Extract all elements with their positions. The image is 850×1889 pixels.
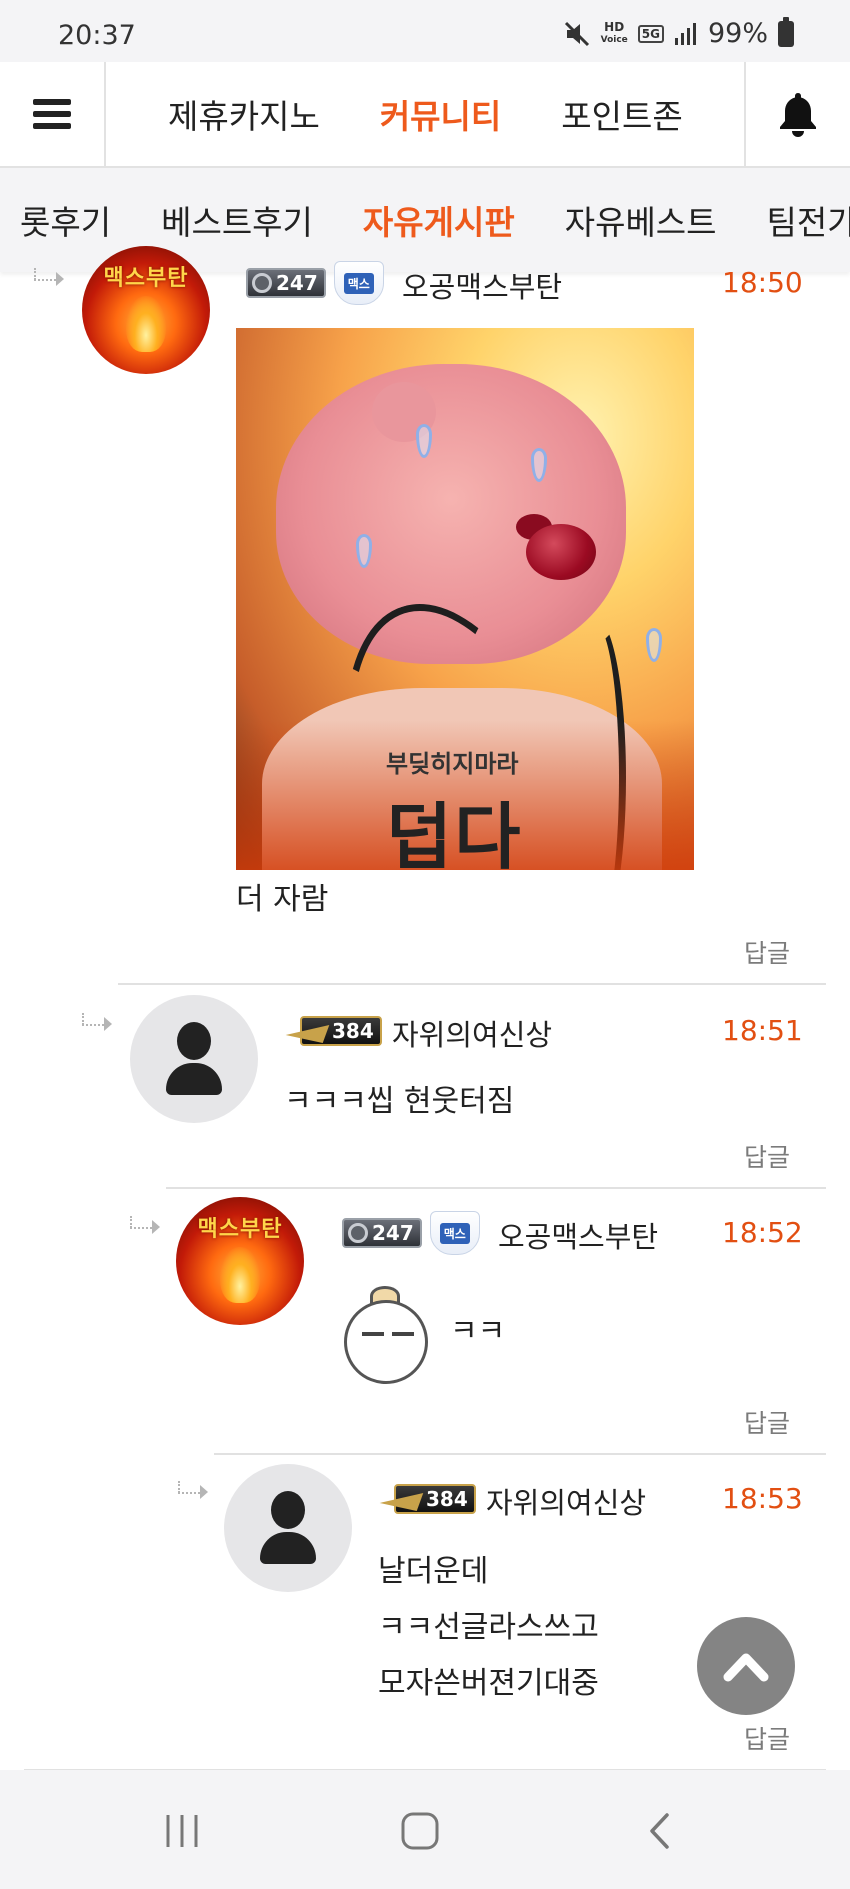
reply-button[interactable]: 답글 [744,1138,790,1174]
tab-community[interactable]: 커뮤니티 [380,90,501,138]
comment-text: ㅋㅋㅋ씹 현웃터짐 [284,1084,515,1119]
avatar[interactable] [130,995,258,1123]
comment-text: ㅋㅋ [450,1314,506,1349]
level-badge: 247 [342,1218,422,1248]
comment-author[interactable]: 오공맥스부탄 [498,1214,658,1256]
chevron-up-icon [723,1653,769,1682]
tab-point-zone[interactable]: 포인트존 [561,90,682,138]
back-button[interactable] [630,1806,690,1856]
recent-apps-icon [166,1815,198,1847]
home-button[interactable] [390,1806,450,1856]
team-emblem-icon: 맥스 [333,261,384,305]
reply-arrow-icon [82,1013,112,1031]
comment-time: 18:51 [722,1014,803,1047]
reply-arrow-icon [178,1481,208,1499]
hamburger-icon [33,99,71,129]
scroll-top-button[interactable] [697,1617,795,1715]
status-icons: HD Voice 5G 99% [563,16,794,49]
back-icon [650,1813,669,1849]
subtab-free-best[interactable]: 자유베스트 [565,196,717,244]
main-tabs: 제휴카지노 커뮤니티 포인트존 프 [108,62,744,166]
image-caption-small: 부딪히지마라 [386,750,519,778]
team-emblem-icon: 맥스 [429,1211,480,1255]
subtab-review[interactable]: 롯후기 [20,196,111,244]
divider [214,1453,826,1455]
signal-icon [674,22,698,46]
recent-apps-button[interactable] [152,1806,212,1856]
avatar[interactable]: 맥스부탄 [82,246,210,374]
reply-button[interactable]: 답글 [744,934,790,970]
status-bar: 20:37 HD Voice 5G 99% [0,0,850,62]
reply-arrow-icon [34,268,64,286]
comment-author[interactable]: 자위의여신상 [486,1480,646,1522]
comment-text-line: 날더운데 [378,1554,489,1589]
divider [166,1187,826,1189]
bell-icon [780,93,816,137]
comment-text-line: ㅋㅋ선글라스쓰고 [378,1610,599,1645]
divider [118,983,826,985]
user-level: 384 [394,1484,476,1514]
notification-button[interactable] [744,62,850,166]
user-level: 247 맥스 [342,1211,480,1255]
emoticon-sticker [340,1286,432,1396]
user-level: 247 맥스 [246,261,384,305]
image-caption-big: 덥다 [386,795,523,870]
subtab-free-board[interactable]: 자유게시판 [363,196,515,244]
home-icon [401,1812,439,1850]
reply-arrow-icon [130,1216,160,1234]
comment-author[interactable]: 자위의여신상 [392,1012,552,1054]
avatar[interactable] [224,1464,352,1592]
reply-button[interactable]: 답글 [744,1404,790,1440]
level-badge: 384 [394,1484,476,1514]
user-level: 384 [300,1016,382,1046]
comment-text-line: 모자쓴버젼기대중 [378,1666,599,1701]
comment-time: 18:53 [722,1482,803,1515]
5g-icon: 5G [637,24,664,43]
menu-button[interactable] [0,62,106,166]
comment-time: 18:52 [722,1216,803,1249]
status-time: 20:37 [58,20,136,51]
level-badge: 384 [300,1016,382,1046]
reply-button[interactable]: 답글 [744,1720,790,1756]
subtab-team[interactable]: 팀전가 [767,196,850,244]
tab-affiliate-casino[interactable]: 제휴카지노 [168,90,320,138]
comment-time: 18:50 [722,266,803,299]
avatar[interactable]: 맥스부탄 [176,1197,304,1325]
top-navigation: 제휴카지노 커뮤니티 포인트존 프 [0,62,850,168]
system-navigation-bar [0,1770,850,1889]
level-badge: 247 [246,268,326,298]
comment-image[interactable]: 부딪히지마라 덥다 [236,328,694,870]
comment-text: 더 자람 [236,882,329,917]
hd-voice-icon: HD Voice [600,19,628,45]
mute-icon [563,20,591,48]
comment-author[interactable]: 오공맥스부탄 [402,264,562,306]
battery-percent: 99% [707,18,768,49]
battery-icon [778,16,794,47]
subtab-best-review[interactable]: 베스트후기 [161,196,313,244]
